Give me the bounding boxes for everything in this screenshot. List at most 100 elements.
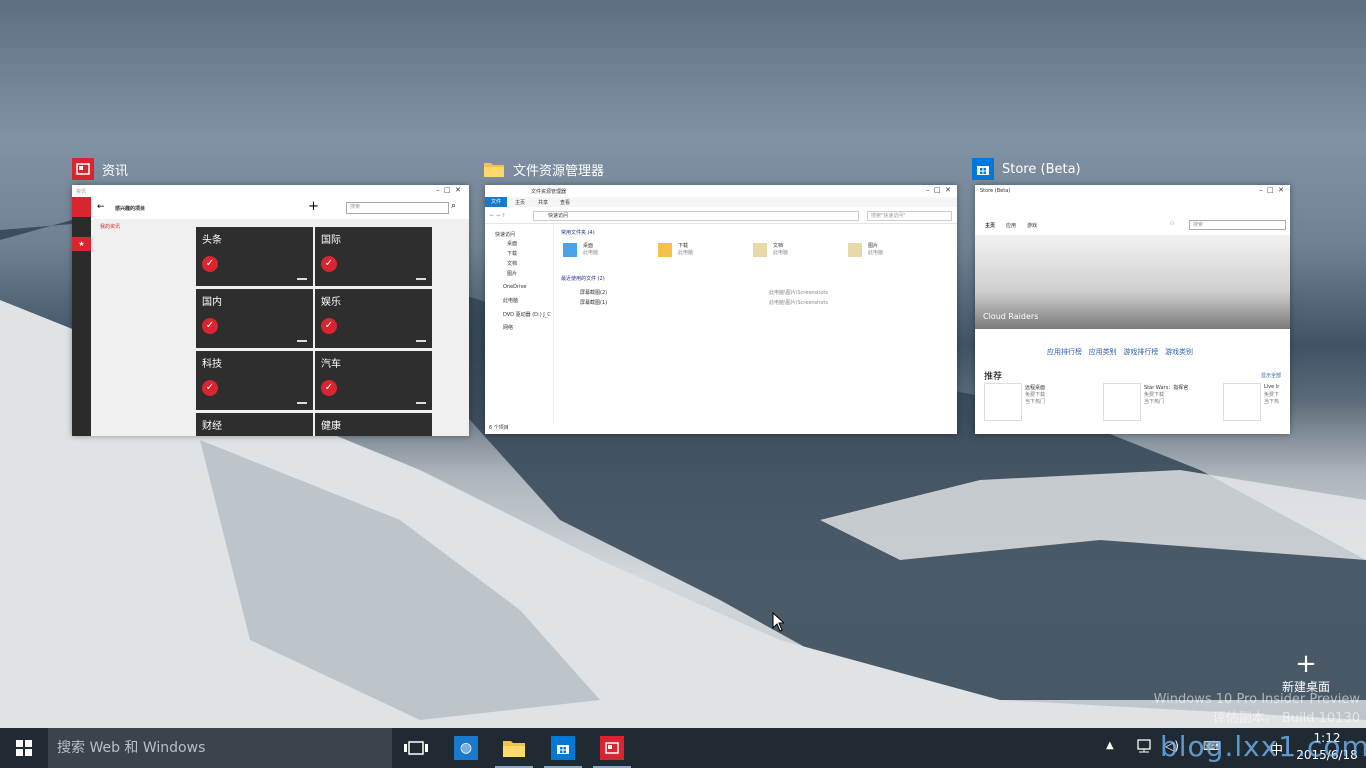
app-tile-image[interactable] (984, 383, 1022, 421)
nav-documents[interactable]: 文档 (507, 260, 517, 267)
news-app-icon (72, 158, 94, 180)
window-title-store[interactable]: Store (Beta) (972, 158, 1081, 180)
pictures-folder-icon (848, 243, 862, 257)
side-link[interactable]: 我的资讯 (100, 223, 120, 230)
recent-files-header[interactable]: 最近使用的文件 (2) (561, 275, 605, 282)
window-title-label: Store (Beta) (1002, 161, 1081, 177)
window-title-label: 资讯 (102, 163, 129, 179)
folder-name[interactable]: 文档 (773, 242, 783, 249)
folder-name[interactable]: 图片 (868, 242, 878, 249)
check-icon: ✓ (321, 318, 337, 334)
plus-icon: + (1295, 649, 1317, 679)
nav-home[interactable]: 主页 (985, 222, 995, 229)
folder-grid: 桌面 此电脑 下载 此电脑 文档 此电脑 图片 此电脑 (563, 241, 943, 263)
add-icon[interactable]: + (308, 199, 319, 214)
folder-name[interactable]: 下载 (678, 242, 688, 249)
address-input[interactable]: 快速访问 (533, 211, 859, 221)
tile-tech[interactable]: 科技 ✓ (196, 351, 313, 410)
tile-health[interactable]: 健康 (315, 413, 432, 436)
start-button[interactable] (0, 728, 48, 768)
titlebar: 资讯 – □ ✕ (72, 185, 469, 197)
taskbar-edge-browser[interactable]: ◍ (443, 728, 489, 768)
folder-location: 此电脑 (868, 250, 884, 256)
tab-view[interactable]: 查看 (560, 199, 570, 206)
tab-file[interactable]: 文件 (485, 197, 507, 207)
new-desktop-button[interactable]: + 新建桌面 (1272, 649, 1340, 695)
window-controls[interactable]: – □ ✕ (926, 186, 951, 194)
app-name[interactable]: 远程桌面 (1025, 384, 1045, 391)
taskbar-news[interactable] (589, 728, 635, 768)
network-icon[interactable] (1135, 738, 1153, 757)
star-icon[interactable]: ★ (72, 237, 91, 251)
tile-entertainment[interactable]: 娱乐 ✓ (315, 289, 432, 348)
nav-dvd-drive[interactable]: DVD 驱动器 (D:) J_C (503, 311, 551, 318)
window-title-news[interactable]: 资讯 (72, 158, 128, 180)
show-hidden-icons-button[interactable]: ▲ (1106, 740, 1114, 751)
tab-home[interactable]: 主页 (515, 199, 525, 206)
tile-auto[interactable]: 汽车 ✓ (315, 351, 432, 410)
globe-icon: ◍ (454, 736, 478, 760)
link-game-charts[interactable]: 游戏排行榜 (1123, 348, 1158, 356)
mouse-cursor-icon (772, 612, 784, 632)
app-price: 免费下载 (1025, 392, 1046, 398)
back-icon[interactable]: ← (97, 202, 105, 212)
folder-name[interactable]: 桌面 (583, 242, 593, 249)
window-thumbnail-store[interactable]: Store (Beta) – □ ✕ 主页 应用 游戏 ⚇ 搜索 Cloud R… (975, 185, 1290, 434)
link-game-categories[interactable]: 游戏类别 (1165, 348, 1193, 356)
category-links: 应用排行榜 应用类别 游戏排行榜 游戏类别 (1047, 347, 1193, 357)
search-input[interactable]: 搜索 (346, 202, 449, 214)
taskbar-store[interactable] (540, 728, 586, 768)
task-view-icon (404, 741, 428, 755)
nav-arrows-icon[interactable]: ← → ↑ (490, 213, 506, 219)
store-bag-icon (972, 158, 994, 180)
nav-apps[interactable]: 应用 (1006, 222, 1016, 229)
app-name[interactable]: Star Wars：指挥官 (1144, 384, 1188, 391)
recent-file-name[interactable]: 屏幕截图(2) (580, 289, 607, 296)
nav-pictures[interactable]: 图片 (507, 270, 517, 277)
show-all-link[interactable]: 显示全部 (1261, 372, 1281, 379)
nav-downloads[interactable]: 下载 (507, 250, 517, 257)
nav-desktop[interactable]: 桌面 (507, 240, 517, 247)
store-bag-icon (551, 736, 575, 760)
tile-finance[interactable]: 财经 (196, 413, 313, 436)
nav-games[interactable]: 游戏 (1027, 222, 1037, 229)
titlebar-text: 资讯 (76, 189, 87, 195)
tab-share[interactable]: 共享 (538, 199, 548, 206)
hero-banner[interactable]: Cloud Raiders (975, 235, 1290, 329)
app-price: 免费下 (1264, 392, 1280, 398)
check-icon: ✓ (202, 380, 218, 396)
news-sidebar: ★ (72, 197, 91, 436)
nav-this-pc[interactable]: 此电脑 (503, 297, 518, 304)
app-name[interactable]: Live Ir (1264, 384, 1279, 390)
window-thumbnail-explorer[interactable]: 文件资源管理器 – □ ✕ 文件 主页 共享 查看 ← → ↑ 快速访问 搜索"… (485, 185, 957, 434)
tile-domestic[interactable]: 国内 ✓ (196, 289, 313, 348)
search-input[interactable]: 搜索 (1189, 220, 1286, 230)
nav-network[interactable]: 网络 (503, 324, 513, 331)
window-controls[interactable]: – □ ✕ (1259, 186, 1284, 194)
user-icon[interactable]: ⚇ (1170, 221, 1174, 227)
window-controls[interactable]: – □ ✕ (436, 186, 461, 194)
titlebar-text: 文件资源管理器 (531, 189, 567, 195)
app-tag: 当下热 (1264, 399, 1280, 405)
task-view-button[interactable] (393, 728, 439, 768)
nav-quick-access[interactable]: 快速访问 (495, 231, 515, 238)
link-app-charts[interactable]: 应用排行榜 (1047, 348, 1082, 356)
link-app-categories[interactable]: 应用类别 (1089, 348, 1117, 356)
recent-file-name[interactable]: 屏幕截图(1) (580, 299, 607, 306)
tile-headlines[interactable]: 头条 ✓ (196, 227, 313, 286)
desktop-folder-icon (563, 243, 577, 257)
app-tile-image[interactable] (1223, 383, 1261, 421)
search-box[interactable]: 搜索 Web 和 Windows (48, 728, 392, 768)
frequent-folders-header[interactable]: 常用文件夹 (4) (561, 229, 595, 236)
app-tile-image[interactable] (1103, 383, 1141, 421)
window-thumbnail-news[interactable]: 资讯 – □ ✕ ★ ← 感兴趣的项目 + 搜索 ⌕ 我的资讯 头条 ✓ 国际 ✓ … (72, 185, 469, 436)
taskbar-file-explorer[interactable] (491, 728, 537, 768)
tile-international[interactable]: 国际 ✓ (315, 227, 432, 286)
menu-icon[interactable] (72, 197, 91, 217)
window-title-explorer[interactable]: 文件资源管理器 (483, 158, 604, 180)
search-icon[interactable]: ⌕ (451, 201, 456, 211)
nav-onedrive[interactable]: OneDrive (503, 284, 527, 290)
recent-file-path: 此电脑\图片\Screenshots (769, 290, 828, 296)
search-input[interactable]: 搜索"快速访问" (867, 211, 952, 221)
app-tag: 当下热门 (1025, 399, 1046, 405)
